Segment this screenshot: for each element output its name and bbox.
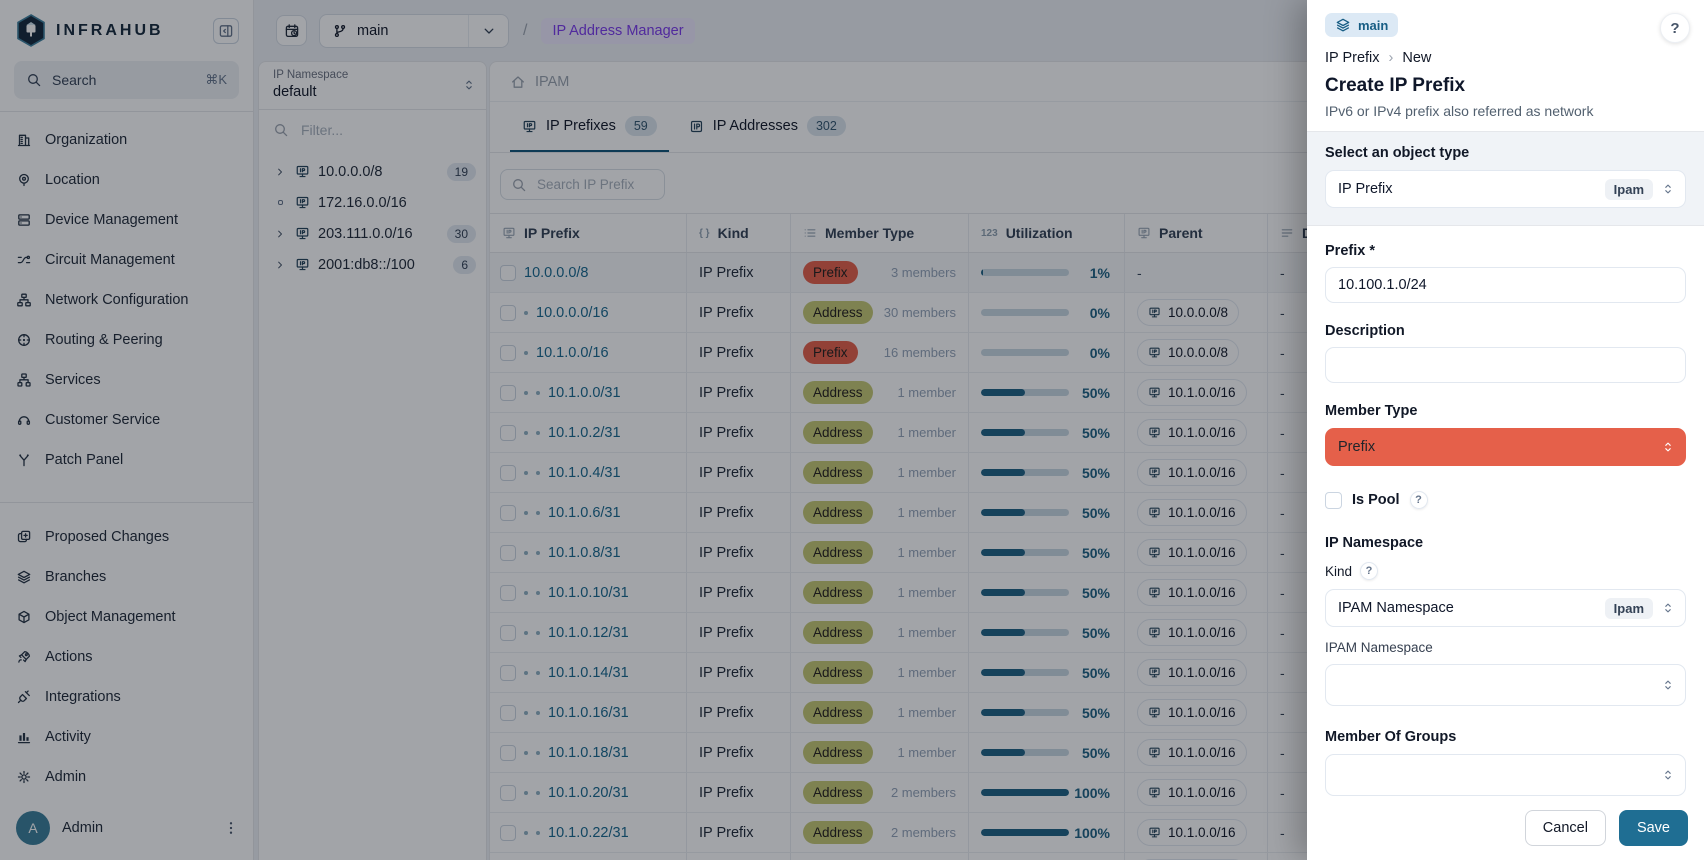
ip-namespace-section: IP Namespace Kind ? IPAM Namespace Ipam … (1325, 535, 1686, 706)
help-button[interactable]: ? (1660, 13, 1690, 43)
member-type-value: Prefix (1338, 439, 1653, 455)
member-of-groups-select[interactable] (1325, 754, 1686, 796)
object-type-kind-badge: Ipam (1605, 179, 1653, 200)
panel-breadcrumb: IP Prefix › New (1325, 50, 1688, 66)
object-type-select[interactable]: IP Prefix Ipam (1325, 170, 1686, 208)
panel-header: main ? IP Prefix › New Create IP Prefix … (1307, 0, 1704, 131)
layers-icon (1335, 17, 1351, 33)
ipam-namespace-label: IPAM Namespace (1325, 640, 1686, 655)
select-chevrons-icon (1661, 182, 1675, 196)
select-chevrons-icon (1661, 601, 1675, 615)
breadcrumb-chevron: › (1389, 50, 1394, 66)
member-type-select[interactable]: Prefix (1325, 428, 1686, 466)
panel-breadcrumb-parent[interactable]: IP Prefix (1325, 50, 1380, 66)
create-form: Prefix * Description Member Type Prefix … (1307, 226, 1704, 810)
select-chevrons-icon (1661, 440, 1675, 454)
object-type-value: IP Prefix (1338, 181, 1597, 197)
description-input[interactable] (1325, 347, 1686, 383)
create-ip-prefix-panel: main ? IP Prefix › New Create IP Prefix … (1307, 0, 1704, 860)
prefix-label: Prefix * (1325, 243, 1686, 259)
object-type-label: Select an object type (1325, 145, 1686, 161)
select-chevrons-icon (1661, 678, 1675, 692)
panel-breadcrumb-current: New (1402, 50, 1431, 66)
is-pool-row: Is Pool ? (1325, 491, 1686, 509)
description-label: Description (1325, 323, 1686, 339)
kind-label: Kind (1325, 564, 1352, 579)
is-pool-label: Is Pool (1352, 492, 1400, 508)
kind-help[interactable]: ? (1360, 562, 1378, 580)
panel-footer: Cancel Save (1307, 810, 1704, 860)
kind-badge: Ipam (1605, 598, 1653, 619)
member-type-label: Member Type (1325, 403, 1686, 419)
panel-title: Create IP Prefix (1325, 75, 1688, 97)
branch-badge: main (1325, 13, 1398, 37)
panel-subtitle: IPv6 or IPv4 prefix also referred as net… (1325, 103, 1688, 119)
kind-select[interactable]: IPAM Namespace Ipam (1325, 589, 1686, 627)
kind-value: IPAM Namespace (1338, 600, 1597, 616)
ip-namespace-heading: IP Namespace (1325, 535, 1686, 551)
ipam-namespace-select[interactable] (1325, 664, 1686, 706)
save-button[interactable]: Save (1619, 810, 1688, 846)
member-of-groups-label: Member Of Groups (1325, 729, 1686, 745)
cancel-button[interactable]: Cancel (1525, 810, 1606, 846)
object-type-section: Select an object type IP Prefix Ipam (1307, 131, 1704, 226)
branch-badge-label: main (1358, 18, 1388, 33)
is-pool-checkbox[interactable] (1325, 492, 1342, 509)
select-chevrons-icon (1661, 768, 1675, 782)
is-pool-help[interactable]: ? (1410, 491, 1428, 509)
prefix-input[interactable] (1325, 267, 1686, 303)
